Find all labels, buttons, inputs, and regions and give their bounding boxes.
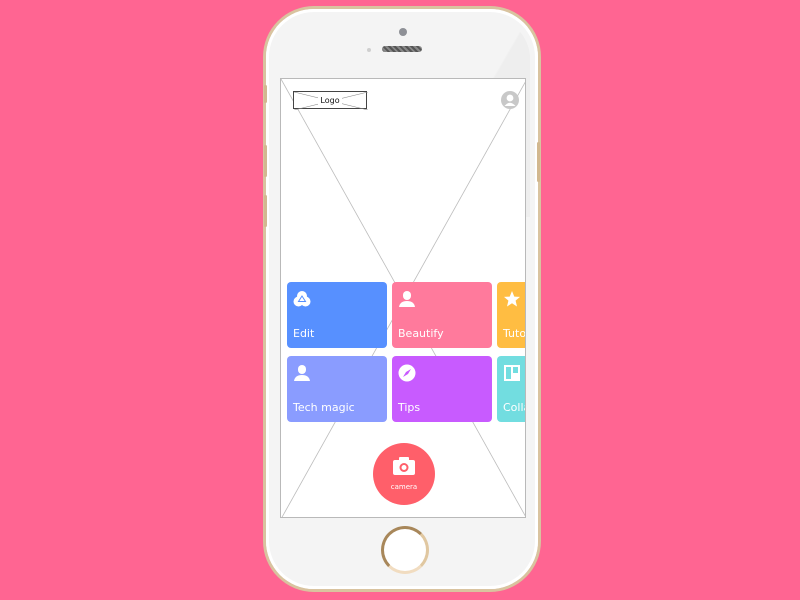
tile-label: Tech magic <box>293 401 355 414</box>
person-icon <box>294 365 310 381</box>
camera-icon <box>393 457 415 475</box>
app-screen: Logo Edit Beautify Tuto Tech magic Tips … <box>280 78 526 518</box>
tile-edit[interactable]: Edit <box>287 282 387 348</box>
tile-label: Tips <box>398 401 421 414</box>
tile-label: Beautify <box>398 327 444 340</box>
tile-tips[interactable]: Tips <box>392 356 492 422</box>
overlap-circles-icon <box>293 291 311 307</box>
tile-label: Edit <box>293 327 315 340</box>
tile-collage[interactable]: Colla <box>497 356 525 422</box>
logo-placeholder[interactable]: Logo <box>293 91 368 110</box>
tile-tech-magic[interactable]: Tech magic <box>287 356 387 422</box>
person-icon <box>399 291 415 307</box>
volume-up-button[interactable] <box>264 145 267 177</box>
tile-label: Colla <box>503 401 525 414</box>
collage-icon <box>504 365 520 381</box>
tile-label: Tuto <box>503 327 526 340</box>
camera-label: camera <box>390 483 418 491</box>
home-button[interactable] <box>381 526 429 574</box>
front-camera <box>399 28 407 36</box>
compass-icon <box>398 364 416 382</box>
star-icon <box>504 291 520 307</box>
proximity-sensor <box>367 48 371 52</box>
tile-beautify[interactable]: Beautify <box>392 282 492 348</box>
power-button[interactable] <box>537 142 540 182</box>
camera-button[interactable]: camera <box>373 443 435 505</box>
logo-label: Logo <box>318 95 342 105</box>
user-avatar-icon[interactable] <box>501 91 519 109</box>
volume-down-button[interactable] <box>264 195 267 227</box>
mute-switch[interactable] <box>264 85 267 103</box>
tile-tutorial[interactable]: Tuto <box>497 282 526 348</box>
earpiece-speaker <box>382 46 422 52</box>
